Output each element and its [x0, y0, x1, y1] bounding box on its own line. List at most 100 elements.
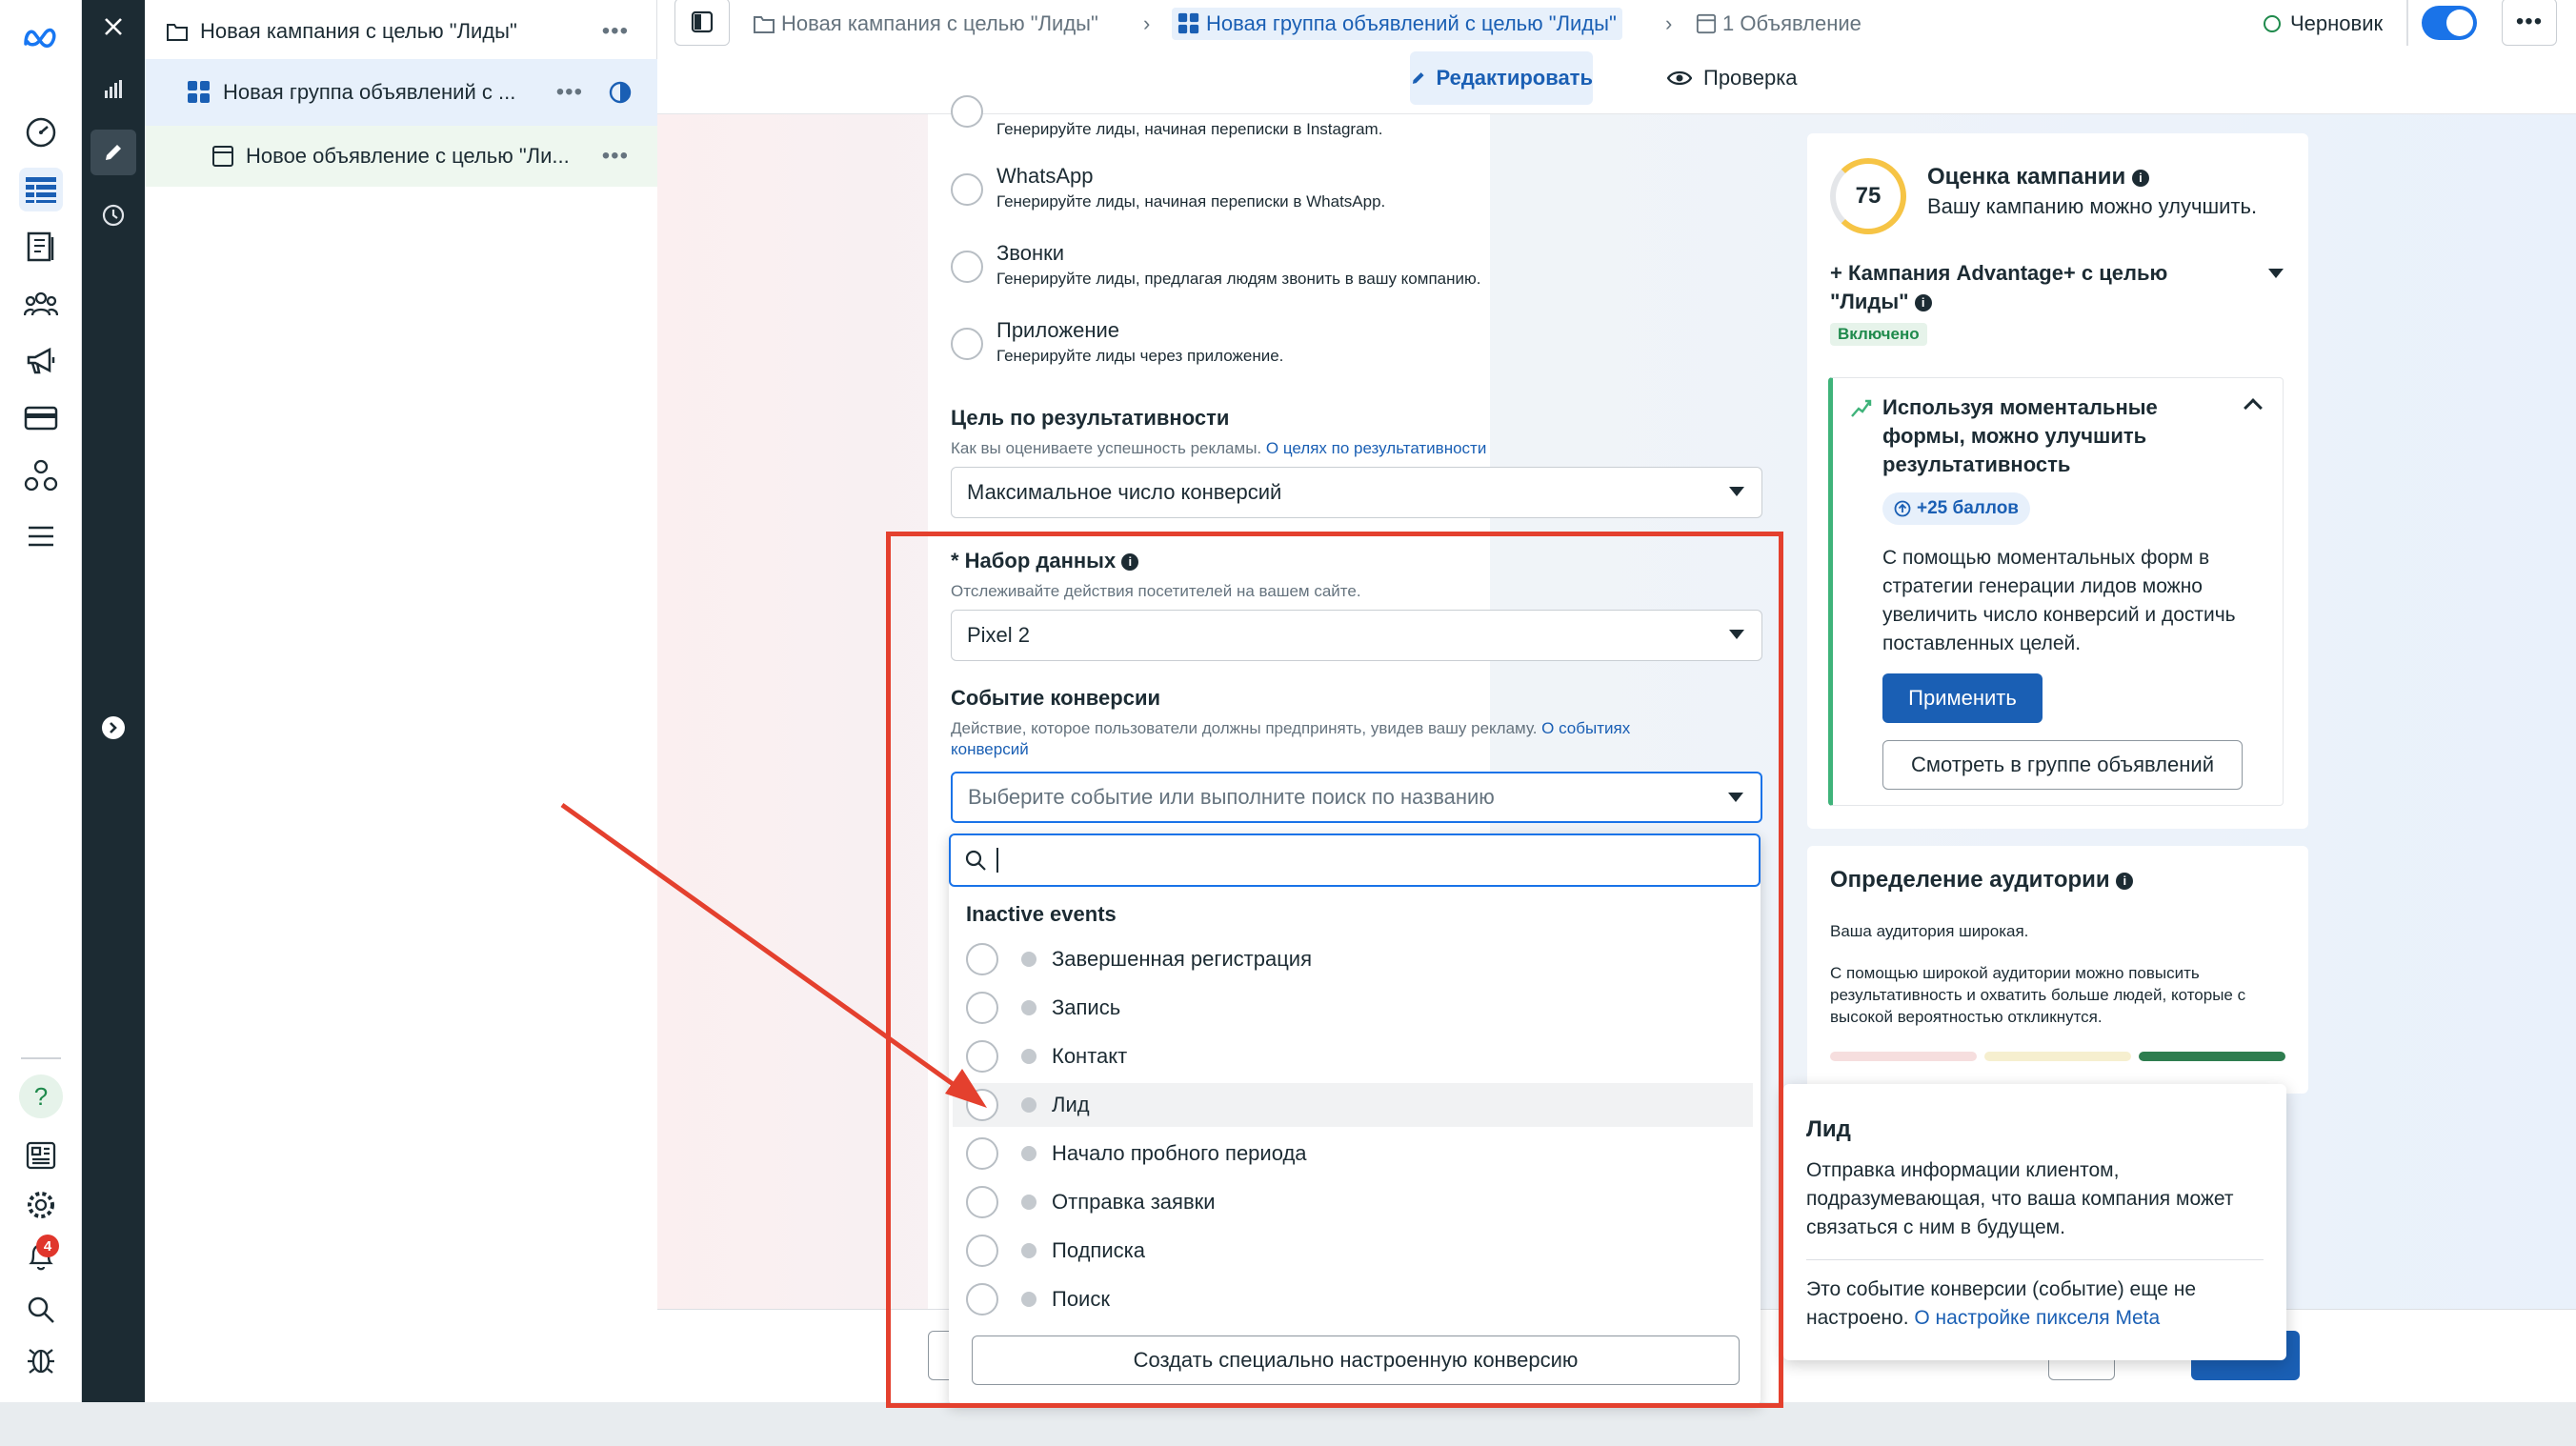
ad-more-icon[interactable]: ••• [602, 143, 629, 170]
breadcrumb-campaign[interactable]: Новая кампания с целью "Лиды" [753, 8, 1098, 40]
annotation-highlight-box [886, 532, 1783, 1408]
adset-grid-icon [188, 81, 210, 103]
meta-logo-icon[interactable] [19, 15, 63, 59]
tree-ad-label: Новое объявление с целью "Ли... [246, 144, 570, 168]
info-icon[interactable]: i [2116, 873, 2134, 890]
option-app[interactable]: Приложение Генерируйте лиды через приложе… [951, 318, 1283, 366]
audience-title: Определение аудитории i [1830, 867, 2134, 894]
more-options-button[interactable]: ••• [2502, 0, 2557, 46]
perf-goal-label: Цель по результативности [951, 406, 1230, 430]
all-tools-menu-icon[interactable] [19, 514, 63, 558]
breadcrumb-ads-label: 1 Объявление [1722, 11, 1862, 35]
help-button[interactable]: ? [19, 1074, 63, 1118]
tooltip-note: Это событие конверсии (событие) еще не н… [1806, 1275, 2264, 1333]
campaign-more-icon[interactable]: ••• [602, 18, 629, 45]
pixel-setup-link[interactable]: О настройке пикселя Meta [1914, 1307, 2160, 1329]
audience-meter-mid [1984, 1052, 2131, 1061]
tab-review-label: Проверка [1703, 66, 1798, 90]
notification-count-badge: 4 [36, 1235, 59, 1257]
points-pill: +25 баллов [1882, 492, 2030, 525]
reporting-chart-icon[interactable] [91, 67, 136, 112]
option-whatsapp[interactable]: WhatsApp Генерируйте лиды, начиная перепи… [951, 164, 1385, 211]
sidebar-panel-icon [691, 10, 714, 33]
perf-goal-hint-text: Как вы оцениваете успешность рекламы. [951, 439, 1262, 457]
event-tooltip: Лид Отправка информации клиентом, подраз… [1783, 1084, 2286, 1360]
tree-campaign-label: Новая кампания с целью "Лиды" [200, 19, 517, 43]
topbar-divider [2406, 0, 2408, 46]
nav-rail: ? 4 [0, 0, 82, 1402]
notifications-bell-icon[interactable]: 4 [19, 1235, 63, 1278]
whatsapp-title: WhatsApp [996, 164, 1094, 188]
info-icon[interactable]: i [2131, 170, 2149, 187]
perf-goal-hint: Как вы оцениваете успешность рекламы. О … [951, 438, 1770, 459]
draft-status: Черновик [2264, 11, 2383, 36]
ads-manager-table-icon[interactable] [19, 168, 63, 211]
option-instagram[interactable]: Генерируйте лиды, начиная переписки в In… [951, 95, 1382, 139]
tree-adset-row[interactable]: Новая группа объявлений с ... ••• [145, 59, 657, 126]
view-in-adset-button[interactable]: Смотреть в группе объявлений [1882, 740, 2243, 790]
edit-pencil-icon[interactable] [91, 130, 136, 175]
bottom-strip [0, 1402, 2576, 1446]
ad-creative-icon [212, 146, 233, 167]
perf-goal-link[interactable]: О целях по результативности [1266, 439, 1486, 457]
whatsapp-radio[interactable] [951, 173, 983, 206]
settings-gear-icon[interactable] [19, 1183, 63, 1227]
app-radio[interactable] [951, 328, 983, 360]
tab-edit-label: Редактировать [1436, 66, 1593, 90]
advantage-title: + Кампания Advantage+ с целью "Лиды" i [1830, 259, 2167, 316]
chevron-up-icon[interactable] [2244, 398, 2263, 417]
folder-icon [754, 16, 775, 33]
pages-icon[interactable] [19, 225, 63, 269]
score-subtitle: Вашу кампанию можно улучшить. [1927, 194, 2258, 218]
toggle-sidebar-button[interactable] [674, 0, 730, 46]
business-settings-icon[interactable] [19, 453, 63, 497]
option-calls[interactable]: Звонки Генерируйте лиды, предлагая людям … [951, 241, 1480, 289]
perf-goal-value: Максимальное число конверсий [967, 480, 1282, 504]
breadcrumb-chevron-icon: › [1665, 11, 1673, 35]
publish-toggle[interactable] [2422, 6, 2477, 40]
instagram-radio[interactable] [951, 95, 983, 128]
bug-report-icon[interactable] [19, 1337, 63, 1381]
score-title: Оценка кампании i [1927, 164, 2149, 191]
editor-strip [82, 0, 145, 1402]
chevron-down-icon [1729, 487, 1744, 496]
news-feed-icon[interactable] [19, 1134, 63, 1177]
billing-card-icon[interactable] [19, 396, 63, 440]
expand-panel-icon[interactable] [91, 705, 136, 751]
more-dots-icon: ••• [2515, 9, 2544, 34]
instagram-desc: Генерируйте лиды, начиная переписки в In… [996, 120, 1383, 138]
tooltip-title: Лид [1806, 1116, 1851, 1142]
chevron-down-icon[interactable] [2268, 269, 2284, 278]
adset-status-half-circle-icon [609, 81, 632, 104]
recommendation-card: Используя моментальные формы, можно улуч… [1828, 377, 2284, 806]
tree-campaign-row[interactable]: Новая кампания с целью "Лиды" ••• [145, 0, 657, 63]
breadcrumb-ads[interactable]: 1 Объявление [1696, 8, 1862, 40]
folder-icon [167, 24, 188, 41]
apply-button[interactable]: Применить [1882, 673, 2043, 723]
tree-adset-label: Новая группа объявлений с ... [223, 80, 516, 104]
calls-radio[interactable] [951, 251, 983, 283]
help-question-icon: ? [19, 1074, 63, 1118]
eye-icon [1667, 70, 1692, 86]
audience-card: Определение аудитории i Ваша аудитория ш… [1807, 846, 2308, 1094]
megaphone-icon[interactable] [19, 339, 63, 383]
perf-goal-select[interactable]: Максимальное число конверсий [951, 467, 1762, 518]
adset-more-icon[interactable]: ••• [556, 79, 583, 106]
tree-ad-row[interactable]: Новое объявление с целью "Ли... ••• [145, 126, 657, 187]
app-desc: Генерируйте лиды через приложение. [996, 347, 1284, 365]
close-icon[interactable] [91, 4, 136, 50]
dashboard-gauge-icon[interactable] [19, 110, 63, 154]
history-clock-icon[interactable] [91, 192, 136, 238]
tab-review[interactable]: Проверка [1667, 51, 1798, 105]
tab-edit[interactable]: Редактировать [1410, 51, 1593, 105]
score-title-text: Оценка кампании [1927, 164, 2126, 190]
campaign-tree: Новая кампания с целью "Лиды" ••• Новая … [145, 0, 657, 1402]
search-icon[interactable] [19, 1288, 63, 1332]
info-icon[interactable]: i [1914, 294, 1932, 311]
points-label: +25 баллов [1917, 498, 2019, 518]
calls-title: Звонки [996, 241, 1065, 265]
breadcrumb-chevron-icon: › [1143, 11, 1151, 35]
breadcrumb-adset[interactable]: Новая группа объявлений с целью "Лиды" [1172, 8, 1622, 40]
audiences-icon[interactable] [19, 282, 63, 326]
edit-pencil-icon [1412, 72, 1424, 84]
